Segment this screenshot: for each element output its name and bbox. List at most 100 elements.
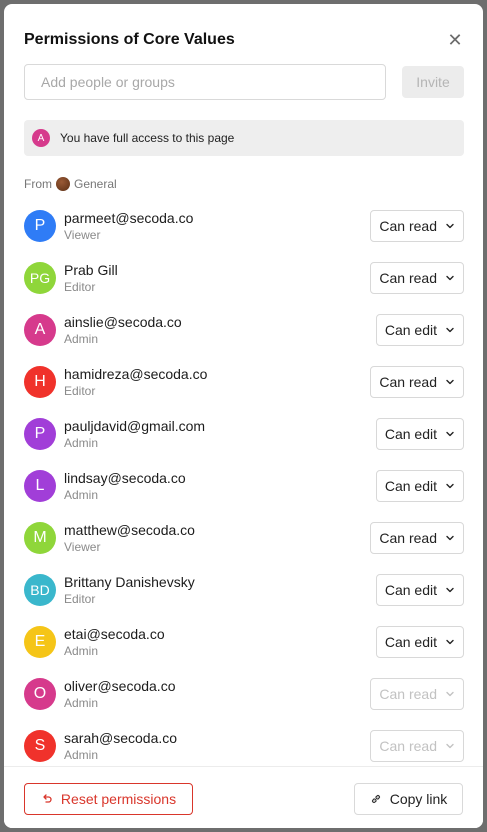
- member-name: Brittany Danishevsky: [64, 574, 195, 590]
- close-icon[interactable]: ✕: [443, 28, 467, 52]
- permission-select: Can read: [370, 678, 464, 710]
- chevron-down-icon: [446, 743, 454, 749]
- permission-select[interactable]: Can edit: [375, 626, 464, 658]
- member-row: Aainslie@secoda.co Admin Can edit: [24, 304, 464, 356]
- chevron-down-icon: [446, 587, 454, 593]
- access-text: You have full access to this page: [60, 131, 235, 145]
- member-info: Ppauljdavid@gmail.com Admin: [24, 418, 205, 450]
- member-role: Editor: [64, 592, 96, 606]
- member-row: Ssarah@secoda.co Admin Can read: [24, 720, 464, 772]
- chevron-down-icon: [446, 275, 454, 281]
- permission-value: Can read: [379, 218, 437, 234]
- member-name: lindsay@secoda.co: [64, 470, 186, 486]
- member-info: Pparmeet@secoda.co Viewer: [24, 210, 193, 242]
- member-name: matthew@secoda.co: [64, 522, 195, 538]
- member-row: Mmatthew@secoda.co Viewer Can read: [24, 512, 464, 564]
- permission-select[interactable]: Can edit: [375, 470, 464, 502]
- member-role: Viewer: [64, 228, 101, 242]
- permission-select[interactable]: Can read: [370, 262, 464, 294]
- add-people-input[interactable]: [24, 64, 386, 100]
- permission-value: Can edit: [384, 322, 437, 338]
- member-name: pauljdavid@gmail.com: [64, 418, 206, 434]
- member-role: Admin: [64, 332, 99, 346]
- member-row: Llindsay@secoda.co Admin Can edit: [24, 460, 464, 512]
- undo-icon: [43, 794, 52, 803]
- member-name-block: hamidreza@secoda.co Editor: [64, 366, 207, 398]
- avatar: P: [24, 210, 56, 242]
- member-row: BD Brittany Danishevsky Editor Can edit: [24, 564, 464, 616]
- modal-header: Permissions of Core Values ✕: [24, 28, 467, 52]
- permission-value: Can read: [379, 686, 437, 702]
- permission-value: Can read: [379, 270, 437, 286]
- invite-row: Invite: [24, 64, 464, 100]
- member-role: Admin: [64, 436, 99, 450]
- permission-value: Can edit: [384, 582, 437, 598]
- member-name-block: lindsay@secoda.co Admin: [64, 470, 186, 502]
- access-banner: A You have full access to this page: [24, 120, 464, 156]
- permission-select: Can read: [370, 730, 464, 762]
- member-info: BD Brittany Danishevsky Editor: [24, 574, 195, 606]
- avatar: S: [24, 730, 56, 762]
- member-role: Admin: [64, 696, 99, 710]
- avatar: A: [32, 129, 50, 147]
- member-name: oliver@secoda.co: [64, 678, 176, 694]
- avatar: L: [24, 470, 56, 502]
- member-info: Ssarah@secoda.co Admin: [24, 730, 177, 762]
- member-list: Pparmeet@secoda.co Viewer Can read PG Prab G…: [24, 200, 464, 772]
- invite-button[interactable]: Invite: [402, 66, 464, 98]
- permissions-modal: Permissions of Core Values ✕ Invite A Yo…: [4, 4, 483, 828]
- chevron-down-icon: [446, 431, 454, 437]
- member-role: Admin: [64, 644, 99, 658]
- member-row: Ooliver@secoda.co Admin Can read: [24, 668, 464, 720]
- member-info: Eetai@secoda.co Admin: [24, 626, 165, 658]
- permission-select[interactable]: Can read: [370, 366, 464, 398]
- permission-select[interactable]: Can read: [370, 522, 464, 554]
- member-info: Mmatthew@secoda.co Viewer: [24, 522, 195, 554]
- member-name-block: oliver@secoda.co Admin: [64, 678, 176, 710]
- chevron-down-icon: [446, 691, 454, 697]
- copy-link-button[interactable]: Copy link: [354, 783, 463, 815]
- link-icon: [371, 795, 380, 803]
- reset-permissions-button[interactable]: Reset permissions: [24, 783, 193, 815]
- member-role: Editor: [64, 280, 96, 294]
- member-row: Eetai@secoda.co Admin Can edit: [24, 616, 464, 668]
- member-name-block: Prab Gill Editor: [64, 262, 118, 294]
- member-name-block: parmeet@secoda.co Viewer: [64, 210, 193, 242]
- permission-select[interactable]: Can read: [370, 210, 464, 242]
- chevron-down-icon: [446, 535, 454, 541]
- avatar: O: [24, 678, 56, 710]
- member-name-block: ainslie@secoda.co Admin: [64, 314, 182, 346]
- avatar: P: [24, 418, 56, 450]
- chevron-down-icon: [446, 327, 454, 333]
- reset-label: Reset permissions: [60, 791, 177, 807]
- member-name-block: pauljdavid@gmail.com Admin: [64, 418, 205, 450]
- member-row: PG Prab Gill Editor Can read: [24, 252, 464, 304]
- member-info: PG Prab Gill Editor: [24, 262, 118, 294]
- avatar: A: [24, 314, 56, 346]
- group-name: General: [74, 177, 117, 191]
- modal-footer: Reset permissions Copy link: [4, 766, 483, 828]
- avatar: M: [24, 522, 56, 554]
- permission-select[interactable]: Can edit: [375, 574, 464, 606]
- copy-label: Copy link: [389, 791, 448, 807]
- member-row: Ppauljdavid@gmail.com Admin Can edit: [24, 408, 464, 460]
- permission-select[interactable]: Can edit: [375, 314, 464, 346]
- member-name: sarah@secoda.co: [64, 730, 178, 746]
- chevron-down-icon: [446, 379, 454, 385]
- member-name-block: matthew@secoda.co Viewer: [64, 522, 195, 554]
- member-role: Admin: [64, 748, 99, 762]
- member-role: Editor: [64, 384, 96, 398]
- chevron-down-icon: [446, 223, 454, 229]
- group-icon: [56, 177, 70, 191]
- permission-select[interactable]: Can edit: [375, 418, 464, 450]
- member-name: ainslie@secoda.co: [64, 314, 182, 330]
- modal-title: Permissions of Core Values: [24, 31, 235, 48]
- permission-value: Can edit: [384, 634, 437, 650]
- member-name: Prab Gill: [64, 262, 118, 278]
- member-info: Aainslie@secoda.co Admin: [24, 314, 182, 346]
- chevron-down-icon: [446, 483, 454, 489]
- member-name-block: sarah@secoda.co Admin: [64, 730, 177, 762]
- member-name-block: Brittany Danishevsky Editor: [64, 574, 195, 606]
- member-info: Ooliver@secoda.co Admin: [24, 678, 176, 710]
- avatar: BD: [24, 574, 56, 606]
